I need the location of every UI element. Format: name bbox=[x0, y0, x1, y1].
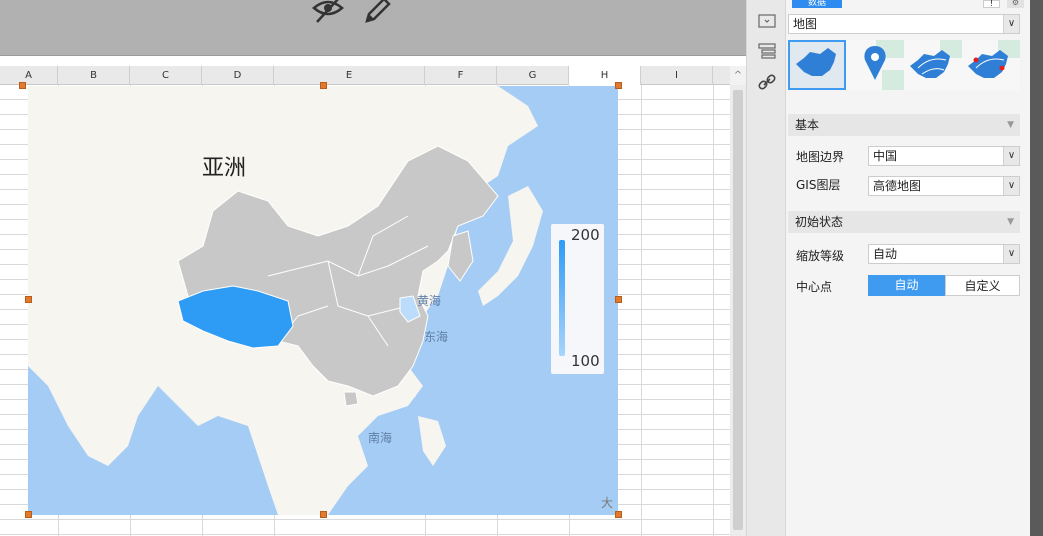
column-header-h[interactable]: H bbox=[569, 66, 641, 85]
flow-map-icon bbox=[910, 40, 962, 78]
center-point-custom-button[interactable]: 自定义 bbox=[945, 275, 1020, 296]
report-designer: { "toolbar": { "icons": ["hide-eye-icon"… bbox=[0, 0, 1043, 536]
map-corner-label: 大 bbox=[601, 496, 614, 510]
map-boundary-label: 地图边界 bbox=[796, 150, 845, 164]
map-boundary-select[interactable]: 中国 ∨ bbox=[868, 146, 1020, 166]
visual-map-legend: 200 100 bbox=[551, 224, 604, 374]
column-header-g[interactable]: G bbox=[497, 66, 569, 85]
heat-map-icon bbox=[968, 40, 1020, 78]
chevron-down-icon[interactable]: ∨ bbox=[1003, 245, 1019, 263]
gis-layer-value: 高德地图 bbox=[873, 179, 922, 193]
collapse-caret-icon[interactable]: ▼ bbox=[1007, 211, 1014, 233]
section-basic[interactable]: 基本 ▼ bbox=[788, 114, 1020, 136]
yellow-sea-label: 黄海 bbox=[417, 294, 442, 308]
info-button[interactable]: ! bbox=[983, 0, 1000, 8]
legend-min-value: 100 bbox=[571, 352, 600, 370]
settings-gear-button[interactable]: ⚙ bbox=[1007, 0, 1024, 8]
south-sea-label: 南海 bbox=[368, 431, 393, 445]
map-widget[interactable]: 亚洲 黄海 东海 南海 大 bbox=[28, 86, 618, 515]
tab-data[interactable]: 数据 bbox=[792, 0, 842, 8]
grid-line bbox=[713, 85, 714, 536]
zoom-level-select[interactable]: 自动 ∨ bbox=[868, 244, 1020, 264]
collapse-caret-icon[interactable]: ▼ bbox=[1007, 114, 1014, 136]
china-map-icon bbox=[796, 48, 836, 76]
resize-handle[interactable] bbox=[615, 511, 622, 518]
map-title: 亚洲 bbox=[202, 156, 247, 181]
column-header-i[interactable]: I bbox=[641, 66, 713, 85]
widget-icon[interactable] bbox=[756, 12, 778, 30]
column-header-f[interactable]: F bbox=[425, 66, 497, 85]
chevron-down-icon[interactable]: ∨ bbox=[1003, 177, 1019, 195]
window-edge bbox=[1030, 0, 1043, 536]
gis-layer-label: GIS图层 bbox=[796, 178, 841, 192]
resize-handle[interactable] bbox=[25, 511, 32, 518]
hide-eye-icon[interactable] bbox=[311, 0, 345, 24]
properties-panel: 数据 ! ⚙ 地图 ∨ 基本 ▼ 地图边界 中国 ∨ GIS图层 高德地图 ∨ … bbox=[786, 0, 1030, 536]
hainan-landmass bbox=[343, 391, 359, 407]
center-point-label: 中心点 bbox=[796, 280, 833, 294]
resize-handle[interactable] bbox=[320, 511, 327, 518]
map-boundary-value: 中国 bbox=[873, 149, 898, 163]
column-header-a[interactable]: A bbox=[0, 66, 58, 85]
column-header-d[interactable]: D bbox=[202, 66, 274, 85]
column-header-c[interactable]: C bbox=[130, 66, 202, 85]
side-icon-strip bbox=[746, 0, 786, 536]
link-icon[interactable] bbox=[756, 73, 778, 91]
chevron-down-icon[interactable]: ∨ bbox=[1003, 15, 1019, 33]
resize-handle[interactable] bbox=[615, 296, 622, 303]
vertical-scrollbar-thumb[interactable] bbox=[733, 90, 743, 530]
thumbnail-region-map[interactable] bbox=[788, 40, 846, 90]
resize-handle[interactable] bbox=[25, 296, 32, 303]
resize-handle[interactable] bbox=[320, 82, 327, 89]
thumbnail-flow-map[interactable] bbox=[904, 40, 962, 90]
designer-toolbar bbox=[0, 0, 746, 56]
thumbnail-point-map[interactable] bbox=[846, 40, 904, 90]
chevron-down-icon[interactable]: ∨ bbox=[1003, 147, 1019, 165]
column-header-e[interactable]: E bbox=[274, 66, 425, 85]
philippines-landmass bbox=[418, 416, 446, 466]
map-canvas bbox=[28, 86, 543, 515]
map-type-select[interactable]: 地图 ∨ bbox=[788, 14, 1020, 34]
grid-line bbox=[641, 85, 642, 536]
location-pin-icon bbox=[864, 40, 904, 90]
section-initial-state[interactable]: 初始状态 ▼ bbox=[788, 211, 1020, 233]
legend-gradient-bar[interactable] bbox=[559, 240, 565, 356]
layers-list-icon[interactable] bbox=[756, 42, 778, 60]
zoom-level-label: 缩放等级 bbox=[796, 249, 845, 263]
resize-handle[interactable] bbox=[19, 82, 26, 89]
thumbnail-heat-map[interactable] bbox=[962, 40, 1020, 90]
legend-max-value: 200 bbox=[571, 226, 600, 244]
section-basic-title: 基本 bbox=[795, 118, 820, 132]
east-sea-label: 东海 bbox=[424, 330, 449, 344]
section-initial-state-title: 初始状态 bbox=[795, 215, 844, 229]
map-type-value: 地图 bbox=[793, 17, 818, 31]
scroll-up-button[interactable]: ^ bbox=[730, 66, 746, 85]
gis-layer-select[interactable]: 高德地图 ∨ bbox=[868, 176, 1020, 196]
column-header-b[interactable]: B bbox=[58, 66, 130, 85]
resize-handle[interactable] bbox=[615, 82, 622, 89]
zoom-level-value: 自动 bbox=[873, 247, 898, 261]
edit-pencil-icon[interactable] bbox=[360, 0, 394, 24]
center-point-auto-button[interactable]: 自动 bbox=[868, 275, 945, 296]
